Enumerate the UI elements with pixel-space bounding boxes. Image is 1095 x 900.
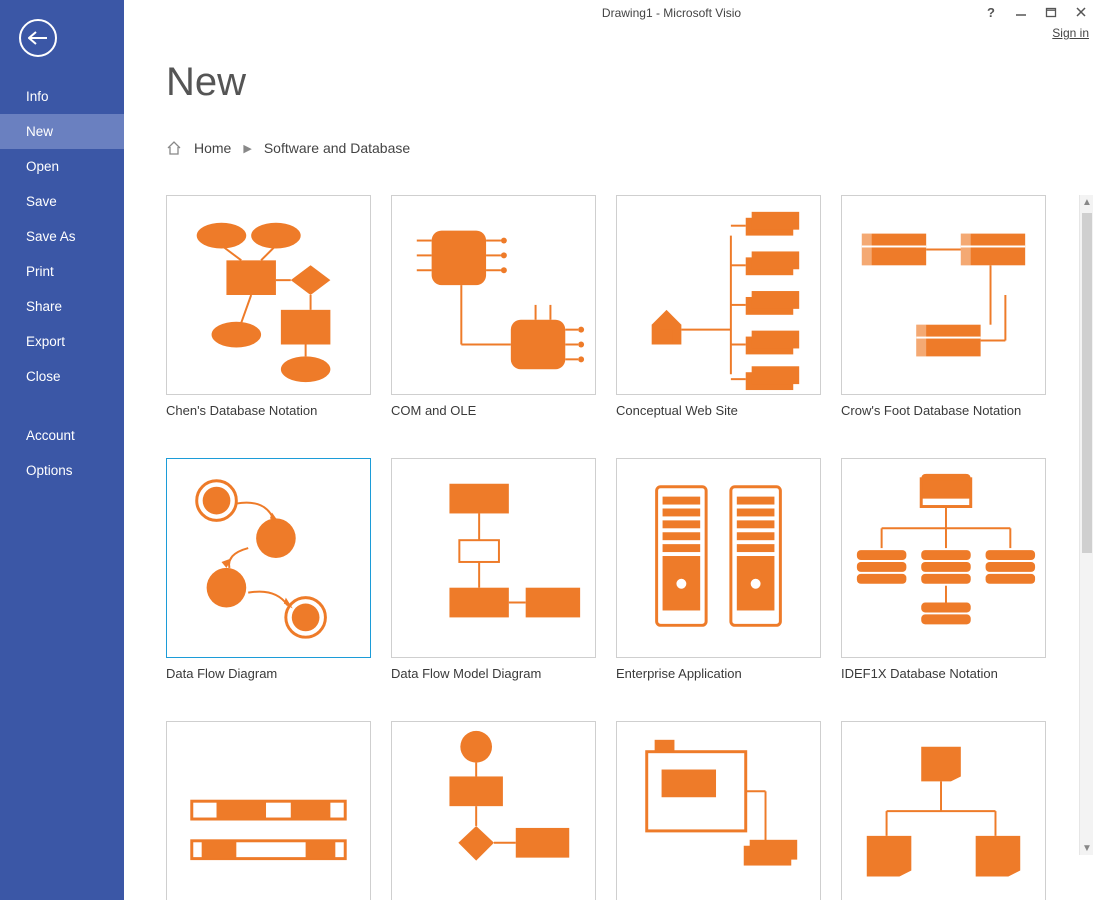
help-icon[interactable]: ? [983,4,999,20]
template-label: Conceptual Web Site [616,403,821,418]
window-title: Drawing1 - Microsoft Visio [248,6,1095,20]
template-thumbnail [616,721,821,900]
back-button[interactable] [19,19,57,57]
template-thumbnail [391,195,596,395]
nav-save[interactable]: Save [0,184,124,219]
template-label: IDEF1X Database Notation [841,666,1046,681]
template-label: Crow's Foot Database Notation [841,403,1046,418]
window-controls: ? [983,4,1089,20]
breadcrumb-current[interactable]: Software and Database [264,140,410,156]
nav-close[interactable]: Close [0,359,124,394]
template-label: Data Flow Model Diagram [391,666,596,681]
template-label: Enterprise Application [616,666,821,681]
scroll-down-icon[interactable]: ▼ [1080,841,1094,855]
nav-open[interactable]: Open [0,149,124,184]
page-title: New [166,60,246,105]
template-thumbnail [391,721,596,900]
template-p3[interactable] [616,721,821,900]
template-p2[interactable] [391,721,596,900]
template-com[interactable]: COM and OLE [391,195,596,418]
template-p1[interactable] [166,721,371,900]
backstage-sidebar: Info New Open Save Save As Print Share E… [0,0,124,900]
breadcrumb-home[interactable]: Home [194,140,231,156]
scrollbar-thumb[interactable] [1082,213,1092,553]
nav-options[interactable]: Options [0,453,124,488]
nav-export[interactable]: Export [0,324,124,359]
templates-area: Chen's Database Notation COM and OLE Conce… [166,195,1075,900]
template-thumbnail [616,458,821,658]
nav-print[interactable]: Print [0,254,124,289]
main-area: Drawing1 - Microsoft Visio ? Sign in New… [124,0,1095,900]
vertical-scrollbar[interactable]: ▲ ▼ [1079,195,1093,855]
template-label: Chen's Database Notation [166,403,371,418]
nav-new[interactable]: New [0,114,124,149]
template-chen[interactable]: Chen's Database Notation [166,195,371,418]
template-thumbnail [391,458,596,658]
back-arrow-icon [28,31,48,45]
template-thumbnail [166,721,371,900]
template-label: COM and OLE [391,403,596,418]
template-dfmd[interactable]: Data Flow Model Diagram [391,458,596,681]
home-icon[interactable] [166,141,182,155]
nav-info[interactable]: Info [0,79,124,114]
close-button[interactable] [1073,4,1089,20]
template-thumbnail [166,195,371,395]
scroll-up-icon[interactable]: ▲ [1080,195,1094,209]
template-ea[interactable]: Enterprise Application [616,458,821,681]
nav-account[interactable]: Account [0,418,124,453]
template-p4[interactable] [841,721,1046,900]
template-crows[interactable]: Crow's Foot Database Notation [841,195,1046,418]
nav-share[interactable]: Share [0,289,124,324]
chevron-right-icon: ▶ [243,142,251,155]
restore-button[interactable] [1043,4,1059,20]
template-cws[interactable]: Conceptual Web Site [616,195,821,418]
template-label: Data Flow Diagram [166,666,371,681]
template-thumbnail [841,458,1046,658]
template-idef[interactable]: IDEF1X Database Notation [841,458,1046,681]
breadcrumb: Home ▶ Software and Database [166,140,410,156]
template-thumbnail [841,195,1046,395]
titlebar: Drawing1 - Microsoft Visio ? Sign in [248,0,1095,30]
template-thumbnail [841,721,1046,900]
minimize-button[interactable] [1013,4,1029,20]
nav-save-as[interactable]: Save As [0,219,124,254]
template-thumbnail [166,458,371,658]
template-thumbnail [616,195,821,395]
template-dfd[interactable]: Data Flow Diagram [166,458,371,681]
sign-in-link[interactable]: Sign in [1052,26,1089,40]
